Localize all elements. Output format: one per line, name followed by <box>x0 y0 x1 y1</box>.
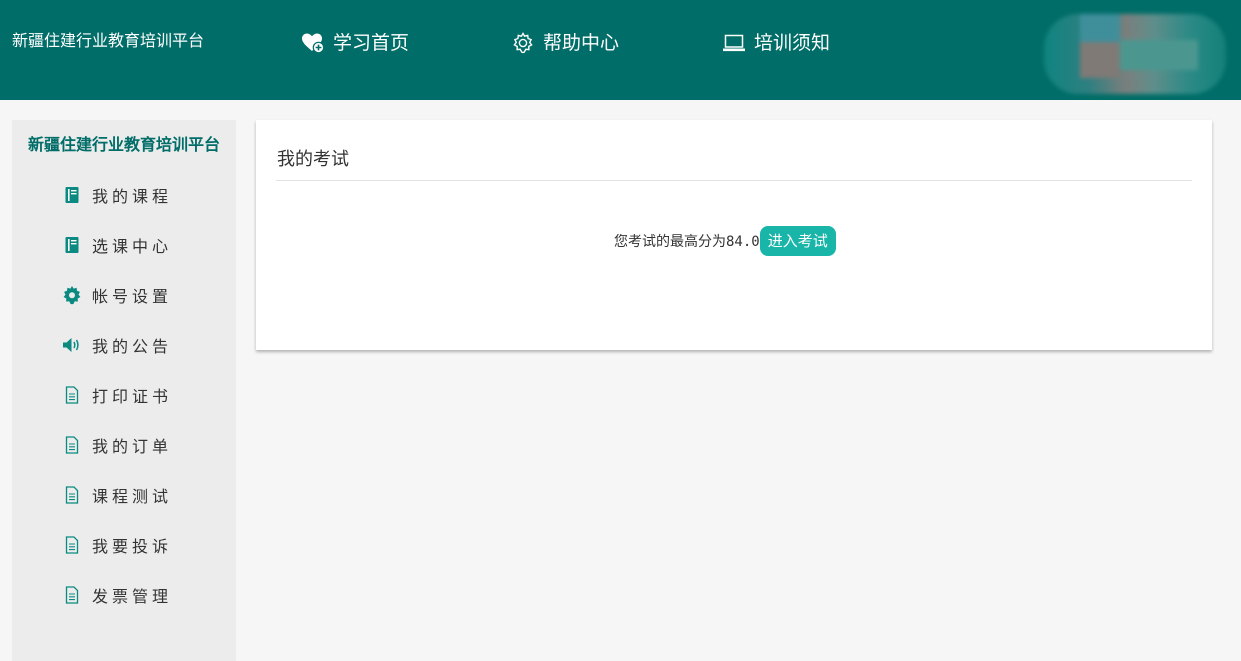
sidebar-item-label: 选课中心 <box>92 237 173 256</box>
score-row: 您考试的最高分为84.0 进入考试 <box>614 226 836 256</box>
document-icon <box>62 435 82 455</box>
sidebar-item-my-orders[interactable]: 我的订单 <box>62 433 172 457</box>
sidebar-item-label: 打印证书 <box>92 387 173 406</box>
enter-exam-button[interactable]: 进入考试 <box>759 226 836 256</box>
sidebar-item-label: 我要投诉 <box>92 537 173 556</box>
sidebar-item-my-announcements[interactable]: 我的公告 <box>62 333 172 357</box>
user-avatar[interactable] <box>1044 14 1226 94</box>
nav-training-notice-label: 培训须知 <box>754 32 831 54</box>
book-icon <box>62 235 82 255</box>
speaker-icon <box>62 335 82 355</box>
nav-training-notice[interactable]: 培训须知 <box>722 30 830 56</box>
nav-help-center[interactable]: 帮助中心 <box>511 30 619 56</box>
exam-panel: 我的考试 您考试的最高分为84.0 进入考试 <box>256 120 1212 350</box>
sidebar-item-label: 帐号设置 <box>92 287 173 306</box>
top-header: 新疆住建行业教育培训平台 学习首页 帮助中心 培训须知 <box>0 0 1241 100</box>
sidebar-item-label: 我的公告 <box>92 337 173 356</box>
nav-study-home-label: 学习首页 <box>333 32 410 54</box>
highest-score-text: 您考试的最高分为84.0 <box>614 234 760 250</box>
site-title: 新疆住建行业教育培训平台 <box>12 31 205 50</box>
nav-help-center-label: 帮助中心 <box>543 32 620 54</box>
laptop-icon <box>723 34 745 52</box>
sidebar-item-complaint[interactable]: 我要投诉 <box>62 533 172 557</box>
sidebar-title: 新疆住建行业教育培训平台 <box>27 135 220 154</box>
sidebar-item-print-certificate[interactable]: 打印证书 <box>62 383 172 407</box>
document-icon <box>62 385 82 405</box>
sidebar-item-course-test[interactable]: 课程测试 <box>62 483 172 507</box>
gear-outline-icon <box>513 32 533 54</box>
sidebar-item-account-settings[interactable]: 帐号设置 <box>62 283 172 307</box>
sidebar-item-label: 我的课程 <box>92 187 173 206</box>
document-icon <box>62 535 82 555</box>
sidebar-item-label: 发票管理 <box>92 587 173 606</box>
document-icon <box>62 585 82 605</box>
sidebar-item-course-selection[interactable]: 选课中心 <box>62 233 172 257</box>
gear-icon <box>62 285 82 305</box>
document-icon <box>62 485 82 505</box>
page-title: 我的考试 <box>277 149 349 170</box>
heart-plus-icon <box>302 33 325 54</box>
sidebar: 新疆住建行业教育培训平台 我的课程 选课中心 帐号设置 我的公告 打印证书 我的… <box>12 120 236 661</box>
sidebar-item-label: 我的订单 <box>92 437 173 456</box>
sidebar-item-my-courses[interactable]: 我的课程 <box>62 183 172 207</box>
sidebar-item-invoice-management[interactable]: 发票管理 <box>62 583 172 607</box>
book-icon <box>62 185 82 205</box>
nav-study-home[interactable]: 学习首页 <box>301 30 409 56</box>
sidebar-item-label: 课程测试 <box>92 487 173 506</box>
divider <box>276 180 1192 181</box>
